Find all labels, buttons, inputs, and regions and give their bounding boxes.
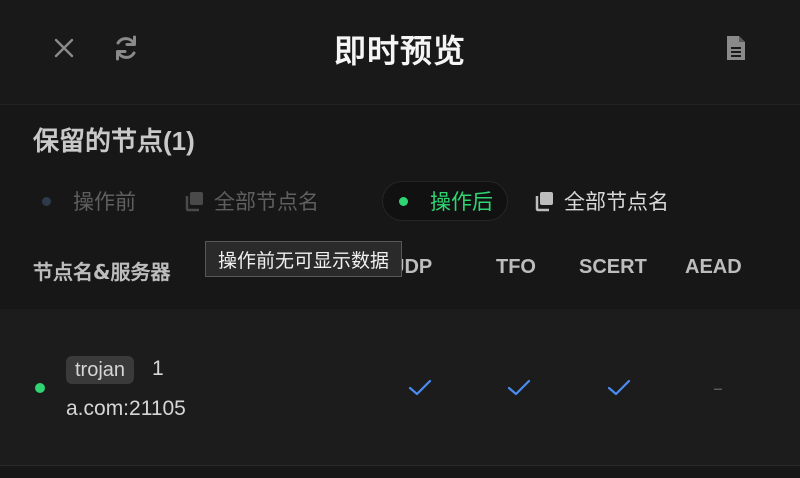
column-header-aead: AEAD	[685, 256, 742, 278]
tab-before[interactable]: 操作前	[42, 181, 136, 221]
udp-check-icon	[405, 375, 435, 401]
column-header-tfo: TFO	[496, 256, 536, 278]
section-title-label: 保留的节点	[33, 127, 164, 157]
scert-check-icon	[604, 375, 634, 401]
column-header-name: 节点名&服务器	[33, 260, 171, 284]
node-status-dot	[35, 383, 45, 393]
copy-icon	[533, 190, 555, 212]
node-name: 1	[152, 357, 164, 380]
section-title: 保留的节点(1)	[33, 121, 195, 158]
section-count: (1)	[163, 126, 195, 156]
tooltip: 操作前无可显示数据	[205, 241, 403, 277]
tab-after-all-names[interactable]: 全部节点名	[533, 181, 669, 221]
tab-after-names-label: 全部节点名	[564, 190, 669, 214]
status-dot	[42, 196, 51, 206]
page-title: 即时预览	[333, 32, 466, 70]
node-server: a.com:21105	[66, 397, 186, 420]
node-type-badge: trojan	[66, 356, 135, 384]
document-icon	[725, 34, 747, 66]
preview-panel: 即时预览 保留的节点(1) 操作前 全部节点名 操作后 全部节点名 节点名&服务…	[0, 0, 800, 478]
tfo-check-icon	[504, 375, 534, 401]
aead-dash: –	[713, 376, 723, 400]
tab-after-label: 操作后	[430, 190, 493, 214]
tab-before-names-label: 全部节点名	[214, 190, 319, 214]
tab-before-label: 操作前	[73, 190, 136, 214]
aead-value: –	[703, 375, 733, 401]
table-row[interactable]: trojan 1 a.com:21105 –	[0, 309, 800, 466]
tab-before-all-names[interactable]: 全部节点名	[183, 181, 319, 221]
tab-after[interactable]: 操作后	[382, 181, 508, 221]
copy-icon	[183, 190, 205, 212]
status-dot	[399, 196, 408, 206]
document-button[interactable]	[718, 32, 754, 68]
header: 即时预览	[0, 0, 800, 105]
column-header-scert: SCERT	[579, 256, 647, 278]
